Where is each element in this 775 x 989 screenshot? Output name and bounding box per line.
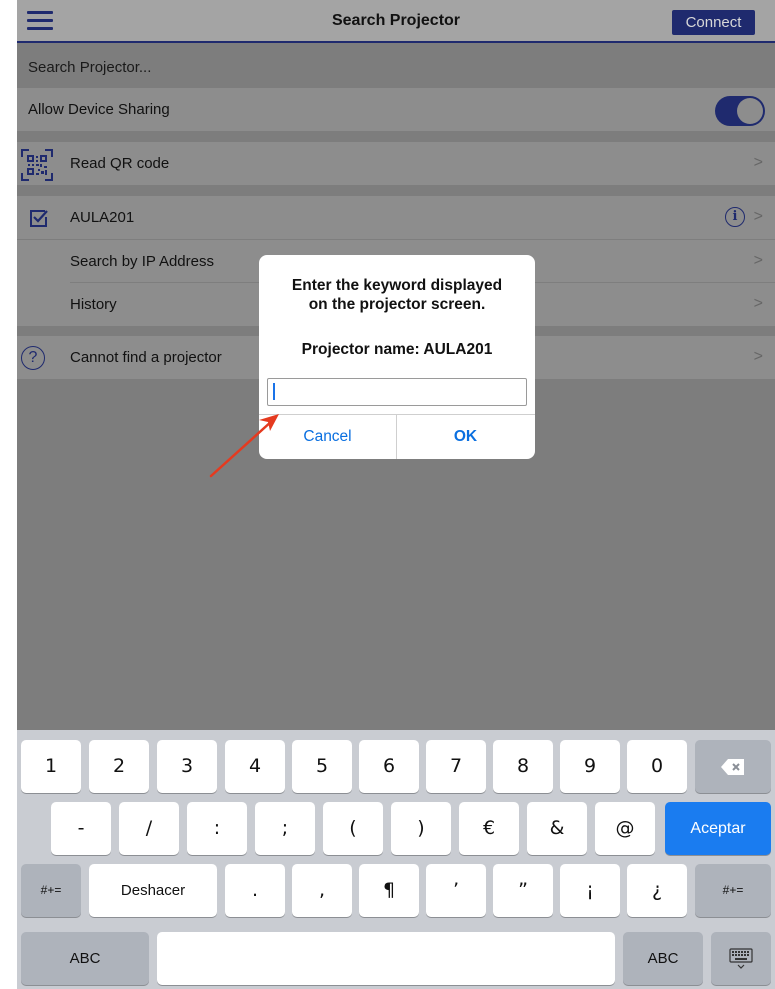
info-icon[interactable]: i [725, 207, 745, 227]
cannot-find-projector-label: Cannot find a projector [70, 349, 222, 366]
checkbox-checked-icon[interactable] [29, 208, 49, 228]
key-6[interactable]: 6 [359, 740, 419, 793]
space-key[interactable] [157, 932, 615, 985]
key-9[interactable]: 9 [560, 740, 620, 793]
key-dash[interactable]: - [51, 802, 111, 855]
chevron-right-icon: > [753, 154, 763, 171]
return-key[interactable]: Aceptar [665, 802, 771, 855]
annotation-arrow-icon [209, 414, 279, 478]
navigation-bar: Search Projector Connect [17, 0, 775, 43]
undo-key[interactable]: Deshacer [89, 864, 217, 917]
chevron-right-icon: > [753, 295, 763, 312]
key-at[interactable]: @ [595, 802, 655, 855]
abc-key-right[interactable]: ABC [623, 932, 703, 985]
key-pilcrow[interactable]: ¶ [359, 864, 419, 917]
qr-code-icon [21, 149, 53, 181]
allow-device-sharing-row: Allow Device Sharing [17, 88, 775, 131]
key-0[interactable]: 0 [627, 740, 687, 793]
key-5[interactable]: 5 [292, 740, 352, 793]
key-euro[interactable]: € [459, 802, 519, 855]
key-8[interactable]: 8 [493, 740, 553, 793]
toggle-knob [737, 98, 763, 124]
help-icon: ? [21, 346, 45, 370]
keyword-input[interactable] [267, 378, 527, 406]
search-by-ip-label: Search by IP Address [70, 253, 214, 270]
keyboard-hide-icon [729, 947, 753, 969]
page-title: Search Projector [331, 12, 461, 29]
shift-symbols-key-right[interactable]: #+= [695, 864, 771, 917]
key-slash[interactable]: / [119, 802, 179, 855]
key-quote[interactable]: ” [493, 864, 553, 917]
key-comma[interactable]: , [292, 864, 352, 917]
connect-button[interactable]: Connect [672, 10, 755, 35]
key-1[interactable]: 1 [21, 740, 81, 793]
allow-device-sharing-toggle[interactable] [715, 96, 765, 126]
dialog-message: Enter the keyword displayed on the proje… [259, 276, 535, 314]
key-7[interactable]: 7 [426, 740, 486, 793]
history-label: History [70, 296, 117, 313]
read-qr-code-row[interactable]: Read QR code > [17, 142, 775, 185]
key-period[interactable]: . [225, 864, 285, 917]
backspace-key[interactable] [695, 740, 771, 793]
chevron-right-icon: > [753, 348, 763, 365]
key-inverted-question[interactable]: ¿ [627, 864, 687, 917]
key-semicolon[interactable]: ; [255, 802, 315, 855]
on-screen-keyboard: 1 2 3 4 5 6 7 8 9 0 - / : ; ( ) € & @ Ac… [17, 730, 775, 989]
projector-name-label: AULA201 [70, 209, 135, 226]
text-cursor [273, 383, 275, 400]
key-inverted-exclamation[interactable]: ¡ [560, 864, 620, 917]
section-header-label: Search Projector... [28, 59, 152, 76]
key-colon[interactable]: : [187, 802, 247, 855]
abc-key-left[interactable]: ABC [21, 932, 149, 985]
dialog-message-line-1: Enter the keyword displayed [291, 277, 503, 294]
hide-keyboard-key[interactable] [711, 932, 771, 985]
ok-button[interactable]: OK [397, 415, 534, 459]
key-2[interactable]: 2 [89, 740, 149, 793]
key-4[interactable]: 4 [225, 740, 285, 793]
key-3[interactable]: 3 [157, 740, 217, 793]
key-open-paren[interactable]: ( [323, 802, 383, 855]
keyword-dialog: Enter the keyword displayed on the proje… [259, 255, 535, 459]
shift-symbols-key-left[interactable]: #+= [21, 864, 81, 917]
read-qr-code-label: Read QR code [70, 155, 170, 172]
backspace-icon [721, 758, 744, 775]
projector-row-aula201[interactable]: AULA201 i > [17, 196, 775, 239]
chevron-right-icon: > [753, 208, 763, 225]
section-header-search: Search Projector... [17, 45, 775, 88]
dialog-message-line-2: on the projector screen. [308, 296, 486, 313]
key-close-paren[interactable]: ) [391, 802, 451, 855]
chevron-right-icon: > [753, 252, 763, 269]
app-screen: Search Projector Connect Search Projecto… [17, 0, 775, 989]
key-ampersand[interactable]: & [527, 802, 587, 855]
dialog-projector-name: Projector name: AULA201 [301, 341, 493, 358]
allow-device-sharing-label: Allow Device Sharing [28, 101, 170, 118]
key-apostrophe[interactable]: ’ [426, 864, 486, 917]
